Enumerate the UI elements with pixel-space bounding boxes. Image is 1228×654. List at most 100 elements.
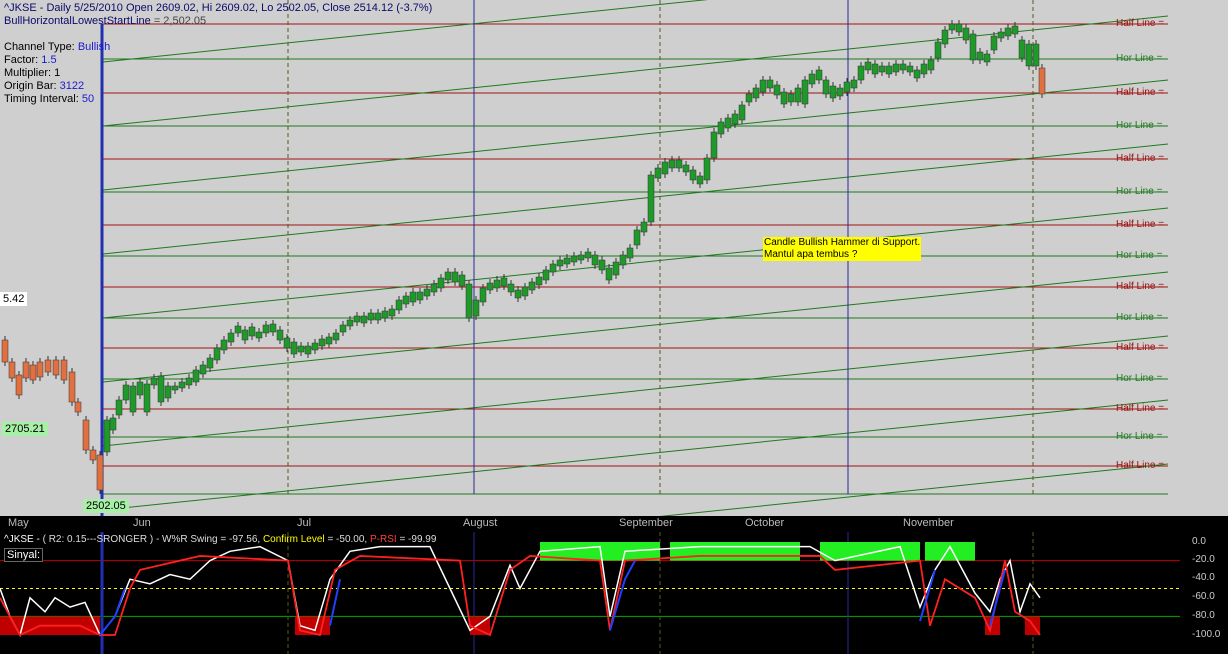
half-line-label: Half Line = [1116,219,1165,230]
candle [990,35,998,51]
hor-line-label: Hor Line = [1116,312,1163,323]
candle [192,369,200,383]
candle [29,364,37,381]
indicator-title: ^JKSE - ( R2: 0.15---SRONGER ) - W%R Swi… [4,534,436,545]
candle [318,338,326,347]
candle [395,299,403,311]
candle [542,269,550,281]
candle [514,289,522,299]
candle [409,291,417,303]
candle [507,283,515,293]
candle [416,291,424,301]
candle [766,79,774,89]
candle [563,257,571,265]
candle [787,93,795,103]
indicator-panel[interactable]: ^JKSE - ( R2: 0.15---SRONGER ) - W%R Swi… [0,532,1228,654]
annotation-line2: Mantul apa tembus ? [764,249,858,260]
channel-type-row: Channel Type: Bullish [4,41,110,54]
candle [150,377,158,386]
channel-type-value: Bullish [77,41,111,53]
candle [500,277,508,287]
candle [626,247,634,259]
candle [619,254,627,266]
candle [458,274,466,287]
price-label-partial: 5.42 [0,292,28,306]
factor-label: Factor: [4,54,39,66]
half-line-label: Half Line = [1116,403,1165,414]
candle [213,347,221,361]
candle [479,287,487,303]
candle [535,276,543,286]
candle [843,81,851,93]
candle [682,164,690,173]
candle [1011,25,1019,35]
candle [549,263,557,273]
hor-line-label: Hor Line = [1116,53,1163,64]
candle [801,79,809,105]
hor-line-label: Hor Line = [1116,250,1163,261]
candle [577,254,585,261]
candle [402,295,410,305]
candle [871,63,879,75]
ind-y-tick-60: -60.0 [1192,591,1215,602]
channel-diagonal [102,335,1169,447]
prsi-value: = -99.99 [399,534,437,545]
candle [185,377,193,386]
channel-info: Channel Type: Bullish Factor: 1.5 Multip… [4,41,110,106]
candle [74,401,82,413]
candle [864,61,872,71]
candle [122,384,130,401]
candle [745,93,753,103]
candle [976,51,984,61]
candle [472,299,480,317]
candle [808,73,816,85]
half-line-label: Half Line = [1116,281,1165,292]
hor-line-label: Hor Line = [1116,431,1163,442]
candle [227,332,235,343]
candle [885,65,893,75]
wr-overbought-fill [925,542,975,561]
prsi-line [0,555,1041,637]
candle [983,53,991,63]
hor-line-label: Hor Line = [1116,120,1163,131]
hor-line-label: Hor Line = [1116,186,1163,197]
candle [493,279,501,289]
candle [206,357,214,369]
candle [773,84,781,96]
candle [115,399,123,416]
candle [423,288,431,297]
month-jul: Jul [297,517,312,529]
candle [640,221,648,233]
ind-y-tick-80: -80.0 [1192,610,1215,621]
confirm-level-value: = -50.00, [327,534,368,545]
indicator-svg [0,532,1180,654]
candle [437,277,445,289]
candle [136,381,144,396]
half-line-label: Half Line = [1116,18,1165,29]
origin-bar-value: 3122 [59,80,85,92]
candle [528,281,536,291]
candle [96,454,104,491]
wr-overbought-fill [820,542,920,561]
candle [465,283,473,319]
price-chart[interactable]: ^JKSE - Daily 5/25/2010 Open 2609.02, Hi… [0,0,1228,516]
candle [570,255,578,263]
candle [878,65,886,73]
timing-label: Timing Interval: [4,93,79,105]
candle [710,131,718,159]
candle [164,385,172,399]
candle [759,79,767,93]
timing-row: Timing Interval: 50 [4,93,110,106]
candle [612,261,620,276]
candle [103,419,111,453]
candle [234,325,242,334]
candle [836,87,844,97]
bull-horizontal-label: BullHorizontalLowestStartLine = 2,502.05 [4,15,206,27]
candle [948,23,956,31]
half-line-label: Half Line = [1116,87,1165,98]
prsi-label: P-RSI [369,534,397,545]
candle [556,259,564,267]
candle [68,371,76,403]
candle [654,167,662,179]
candle [22,361,30,379]
